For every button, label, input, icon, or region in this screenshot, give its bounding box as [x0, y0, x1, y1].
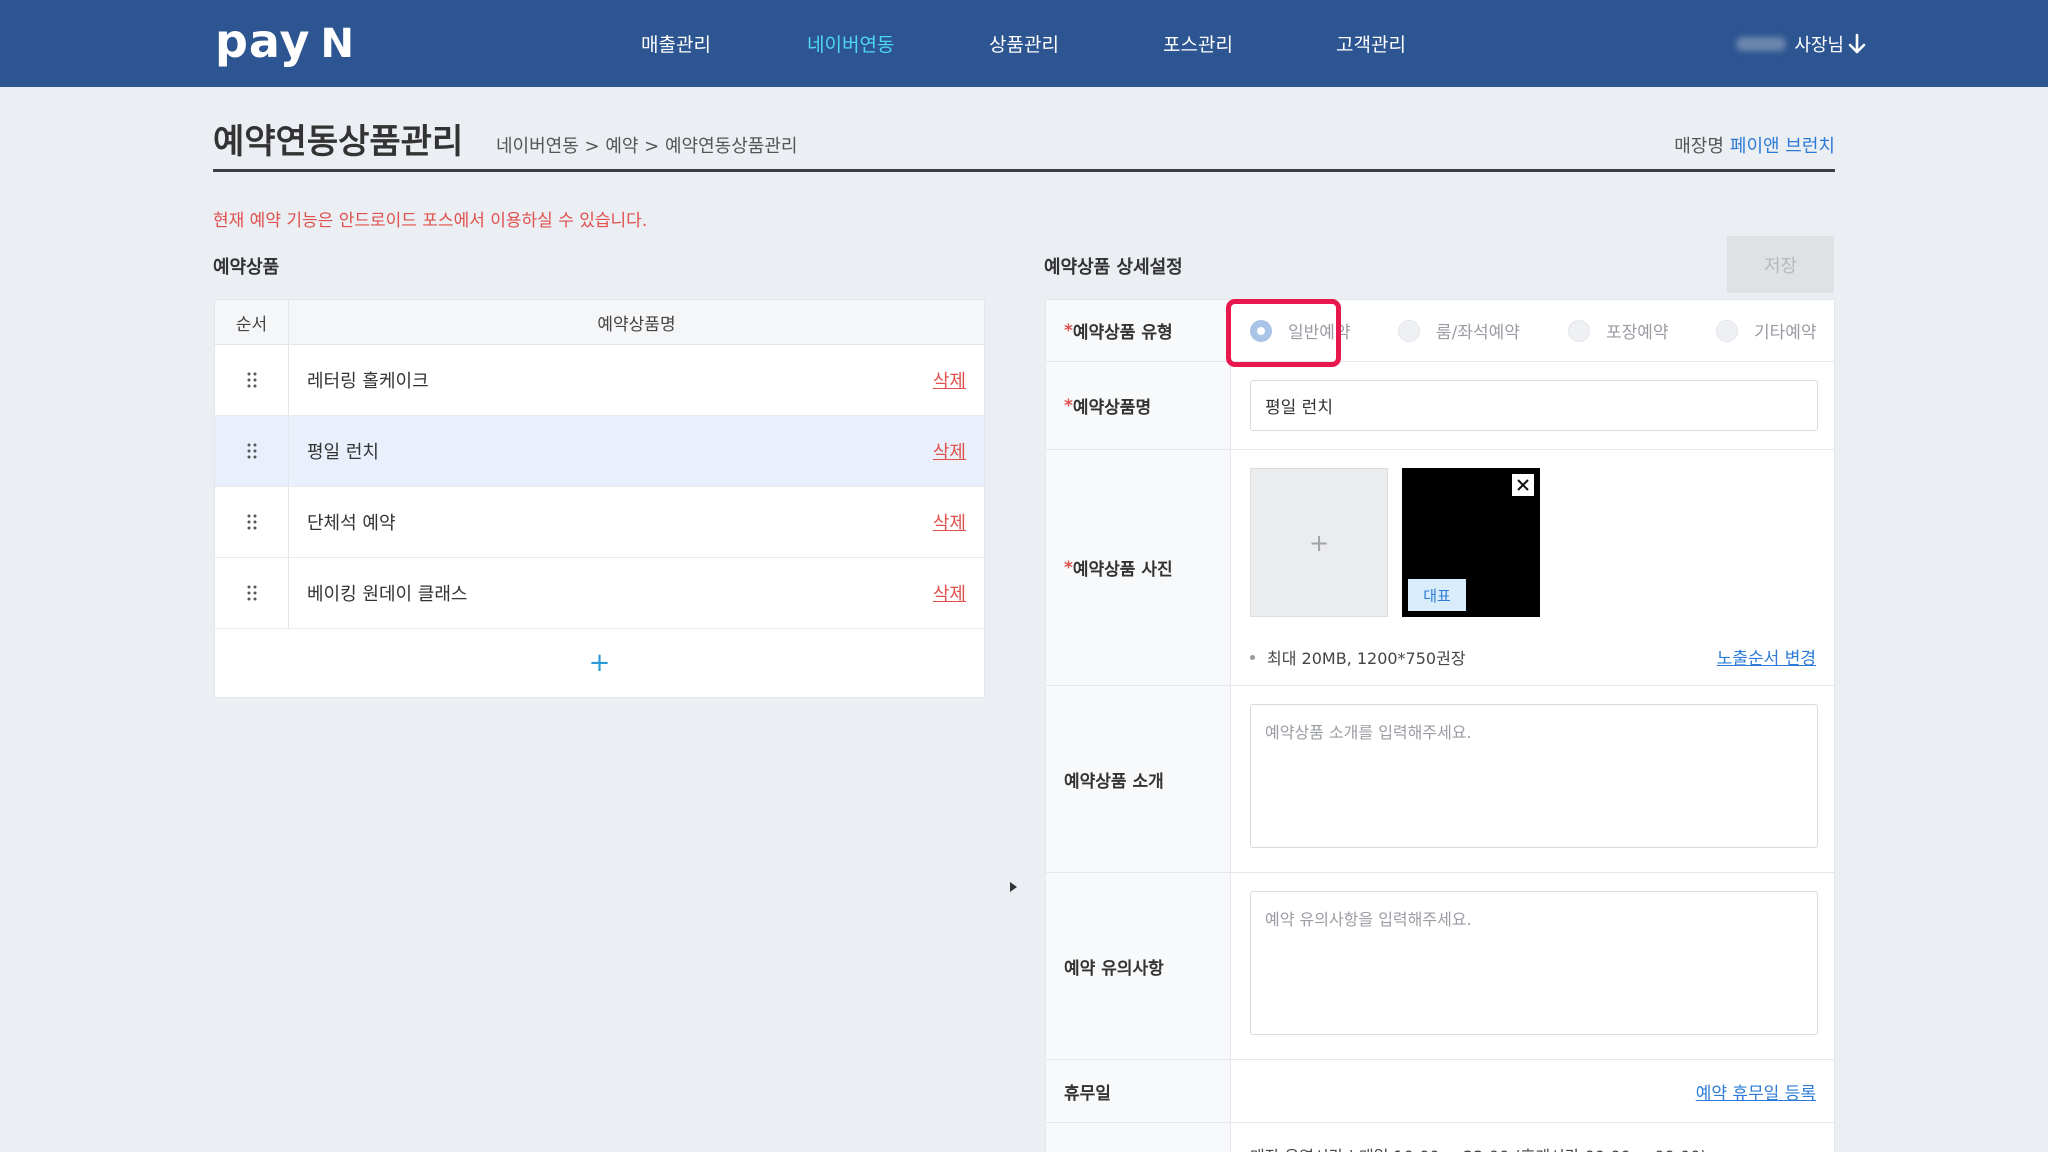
- page-title: 예약연동상품관리: [213, 122, 464, 162]
- product-list-table: 순서 예약상품명 레터링 홀케이크 삭제 평일 런치 삭제 단체석 예약 삭제: [214, 299, 985, 698]
- store-name: 페이앤 브런치: [1729, 136, 1835, 157]
- caution-textarea[interactable]: 예약 유의사항을 입력해주세요.: [1250, 891, 1818, 1035]
- radio-general[interactable]: 일반예약: [1250, 300, 1351, 361]
- breadcrumb: 네이버연동 > 예약 > 예약연동상품관리: [496, 136, 798, 157]
- detail-heading: 예약상품 상세설정: [1044, 257, 1183, 278]
- required-mark: *: [1064, 320, 1073, 341]
- delete-link[interactable]: 삭제: [933, 509, 966, 535]
- table-row[interactable]: 베이킹 원데이 클래스 삭제: [215, 558, 984, 629]
- required-mark: *: [1064, 395, 1073, 416]
- table-row-selected[interactable]: 평일 런치 삭제: [215, 416, 984, 487]
- top-navigation-bar: pay N 매출관리 네이버연동 상품관리 포스관리 고객관리 사장님: [0, 0, 2048, 87]
- register-holiday-link[interactable]: 예약 휴무일 등록: [1696, 1079, 1816, 1104]
- add-product-button[interactable]: +: [215, 629, 984, 697]
- store-label: 매장명: [1674, 136, 1724, 157]
- name-label-text: 예약상품명: [1072, 398, 1152, 418]
- radio-icon: [1716, 319, 1738, 342]
- bullet-icon: [1250, 654, 1255, 660]
- product-name: 베이킹 원데이 클래스: [307, 584, 468, 605]
- product-name: 레터링 홀케이크: [307, 371, 429, 392]
- radio-icon: [1568, 319, 1590, 342]
- representative-badge: 대표: [1408, 579, 1466, 611]
- product-name-input[interactable]: 평일 런치: [1250, 380, 1818, 431]
- intro-row: 예약상품 소개 예약상품 소개를 입력해주세요.: [1046, 686, 1834, 873]
- col-order: 순서: [215, 300, 289, 344]
- name-row: * 예약상품명 평일 런치: [1046, 362, 1834, 450]
- nav-sales[interactable]: 매출관리: [641, 0, 711, 87]
- holiday-label: 휴무일: [1046, 1060, 1231, 1122]
- hours-label: [1046, 1123, 1231, 1152]
- type-label-text: 예약상품 유형: [1072, 323, 1173, 343]
- product-list-heading: 예약상품: [213, 257, 280, 278]
- type-label: * 예약상품 유형: [1046, 300, 1231, 361]
- close-icon[interactable]: [1512, 474, 1534, 496]
- user-menu[interactable]: 사장님: [1736, 0, 1866, 87]
- radio-label: 포장예약: [1606, 323, 1669, 343]
- nav-pos[interactable]: 포스관리: [1163, 0, 1233, 87]
- arrow-down-icon: [1848, 33, 1866, 53]
- table-header: 순서 예약상품명: [215, 300, 984, 345]
- title-divider: [213, 169, 1835, 172]
- photo-note-text: 최대 20MB, 1200*750권장: [1267, 649, 1466, 668]
- required-mark: *: [1064, 557, 1073, 578]
- photo-row: * 예약상품 사진 + 대표 최대 20MB, 1200*750권장 노출순서 변…: [1046, 450, 1834, 686]
- radio-other[interactable]: 기타예약: [1716, 300, 1817, 361]
- radio-room-seat[interactable]: 룸/좌석예약: [1398, 300, 1520, 361]
- radio-label: 일반예약: [1288, 323, 1351, 343]
- product-name: 단체석 예약: [307, 513, 396, 534]
- android-notice: 현재 예약 기능은 안드로이드 포스에서 이용하실 수 있습니다.: [213, 211, 648, 231]
- col-name: 예약상품명: [597, 314, 676, 335]
- radio-label: 기타예약: [1754, 323, 1817, 343]
- drag-handle-icon[interactable]: [215, 487, 289, 557]
- delete-link[interactable]: 삭제: [933, 580, 966, 606]
- nav-customers[interactable]: 고객관리: [1336, 0, 1406, 87]
- name-label: * 예약상품명: [1046, 362, 1231, 449]
- add-photo-button[interactable]: +: [1250, 468, 1388, 617]
- panel-toggle-icon[interactable]: [1010, 882, 1017, 892]
- caution-row: 예약 유의사항 예약 유의사항을 입력해주세요.: [1046, 873, 1834, 1060]
- delete-link[interactable]: 삭제: [933, 367, 966, 393]
- logo-text: pay: [215, 14, 311, 68]
- drag-handle-icon[interactable]: [215, 416, 289, 486]
- photo-label-text: 예약상품 사진: [1072, 560, 1173, 580]
- drag-handle-icon[interactable]: [215, 345, 289, 415]
- radio-label: 룸/좌석예약: [1436, 323, 1520, 343]
- store-info: 매장명 페이앤 브런치: [1674, 132, 1835, 158]
- operating-hours-text: 매장 운영시간 | 매일 10:00 ~ 22:00 (휴게시간 00:00 ~…: [1250, 1143, 1707, 1152]
- paynn-logo[interactable]: pay N: [215, 14, 354, 70]
- user-name-blurred: [1736, 36, 1787, 51]
- drag-handle-icon[interactable]: [215, 558, 289, 628]
- caution-label: 예약 유의사항: [1046, 873, 1231, 1059]
- radio-icon: [1398, 319, 1420, 342]
- logo-mark: N: [320, 21, 355, 67]
- save-button[interactable]: 저장: [1727, 236, 1834, 293]
- type-row: * 예약상품 유형 일반예약 룸/좌석예약 포장예약 기타예약: [1046, 300, 1834, 362]
- radio-selected-icon: [1250, 319, 1272, 342]
- nav-products[interactable]: 상품관리: [989, 0, 1059, 87]
- intro-textarea[interactable]: 예약상품 소개를 입력해주세요.: [1250, 704, 1818, 848]
- delete-link[interactable]: 삭제: [933, 438, 966, 464]
- photo-label: * 예약상품 사진: [1046, 450, 1231, 685]
- table-row[interactable]: 레터링 홀케이크 삭제: [215, 345, 984, 416]
- radio-takeout[interactable]: 포장예약: [1568, 300, 1669, 361]
- user-label: 사장님: [1794, 34, 1844, 56]
- change-order-link[interactable]: 노출순서 변경: [1717, 644, 1816, 669]
- table-row[interactable]: 단체석 예약 삭제: [215, 487, 984, 558]
- product-name: 평일 런치: [307, 442, 379, 463]
- photo-thumbnail[interactable]: 대표: [1402, 468, 1540, 617]
- hours-row: 매장 운영시간 | 매일 10:00 ~ 22:00 (휴게시간 00:00 ~…: [1046, 1123, 1834, 1152]
- detail-form: *예약상품 유형 일반예약 룸/좌석예약 포장예약 기타예약 *예약상품명: [1045, 299, 1835, 1152]
- intro-label: 예약상품 소개: [1046, 686, 1231, 872]
- holiday-row: 휴무일 예약 휴무일 등록: [1046, 1060, 1834, 1123]
- nav-naver-link[interactable]: 네이버연동: [807, 0, 894, 87]
- photo-size-note: 최대 20MB, 1200*750권장: [1250, 645, 1466, 669]
